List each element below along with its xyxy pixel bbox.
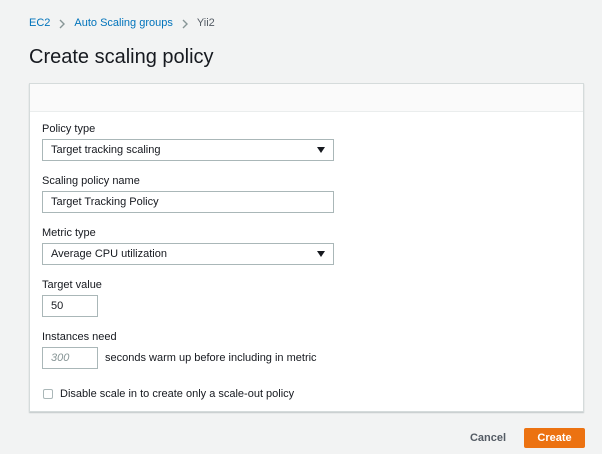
policy-name-label: Scaling policy name	[42, 175, 140, 187]
warmup-seconds-placeholder: 300	[51, 352, 70, 364]
disable-scale-in-checkbox[interactable]	[43, 389, 53, 399]
create-button[interactable]: Create	[524, 428, 585, 448]
scaling-policy-panel: Policy type Target tracking scaling Scal…	[29, 83, 584, 412]
target-value-value: 50	[51, 300, 64, 312]
caret-down-icon	[317, 147, 325, 153]
target-value-input[interactable]: 50	[42, 295, 98, 317]
policy-type-select[interactable]: Target tracking scaling	[42, 139, 334, 161]
breadcrumb-current: Yii2	[196, 17, 215, 29]
target-value-label: Target value	[42, 279, 102, 291]
chevron-right-icon	[50, 16, 74, 30]
instances-need-label: Instances need	[42, 331, 117, 343]
breadcrumb: EC2 Auto Scaling groups Yii2	[29, 16, 215, 30]
metric-type-value: Average CPU utilization	[51, 248, 167, 260]
policy-name-value: Target Tracking Policy	[51, 196, 159, 208]
panel-header	[30, 84, 583, 112]
policy-name-input[interactable]: Target Tracking Policy	[42, 191, 334, 213]
chevron-right-icon	[173, 16, 197, 30]
disable-scale-in-label[interactable]: Disable scale in to create only a scale-…	[60, 388, 294, 400]
caret-down-icon	[317, 251, 325, 257]
breadcrumb-ec2[interactable]: EC2	[29, 17, 50, 29]
policy-type-label: Policy type	[42, 123, 96, 135]
policy-type-value: Target tracking scaling	[51, 144, 161, 156]
warmup-suffix-text: seconds warm up before including in metr…	[105, 352, 317, 364]
page-title: Create scaling policy	[29, 46, 214, 68]
metric-type-select[interactable]: Average CPU utilization	[42, 243, 334, 265]
metric-type-label: Metric type	[42, 227, 96, 239]
breadcrumb-auto-scaling-groups[interactable]: Auto Scaling groups	[74, 17, 172, 29]
warmup-seconds-input[interactable]: 300	[42, 347, 98, 369]
cancel-button[interactable]: Cancel	[458, 428, 518, 448]
